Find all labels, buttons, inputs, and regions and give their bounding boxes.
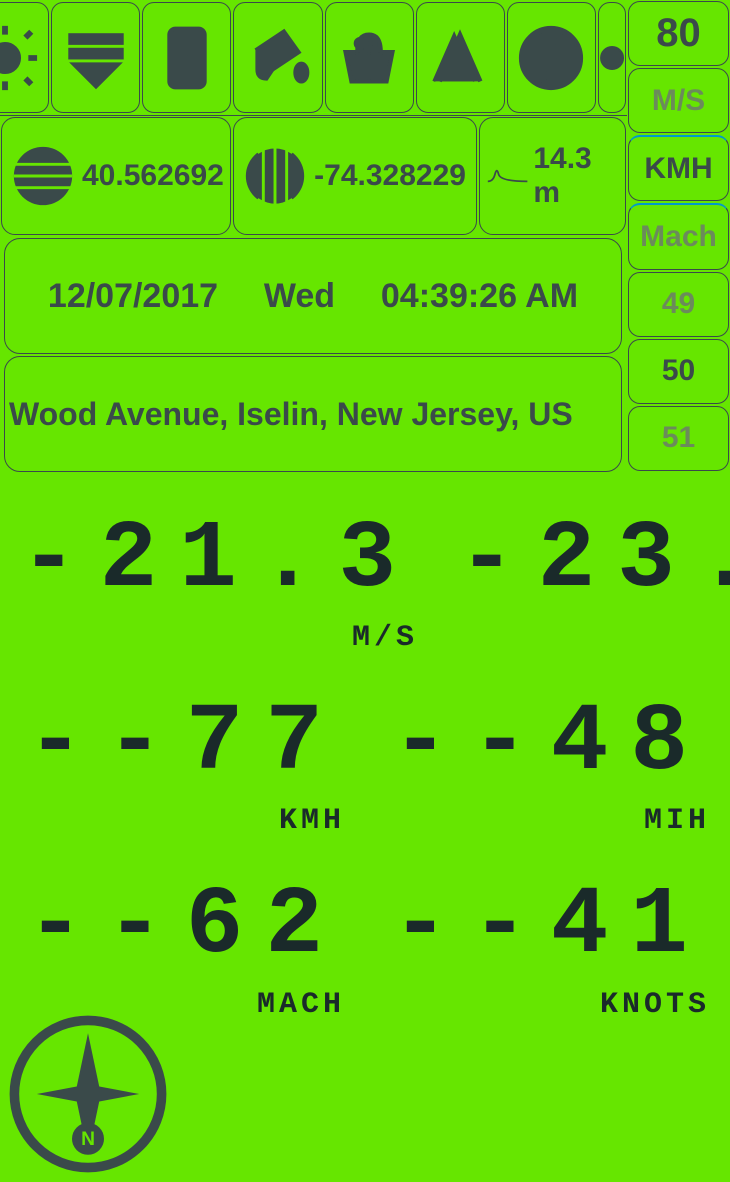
altitude[interactable]: 14.3 m <box>479 117 626 235</box>
readout-knots: --41 <box>385 868 710 983</box>
globe-lat-icon <box>8 141 78 211</box>
wheel-50[interactable]: 50 <box>628 339 729 404</box>
dropdown-icon[interactable] <box>51 2 140 113</box>
readout-kmh: --77 <box>20 685 345 800</box>
basket-icon[interactable] <box>325 2 414 113</box>
altitude-value: 14.3 m <box>533 142 625 210</box>
datetime-row[interactable]: 12/07/2017 Wed 04:39:26 AM <box>4 238 622 354</box>
speed-value[interactable]: 80 <box>628 1 729 66</box>
latitude[interactable]: 40.562692 <box>1 117 231 235</box>
time-value: 04:39:26 AM <box>381 277 578 316</box>
globe-lon-icon <box>240 141 310 211</box>
readout-ms: -21.3 <box>20 502 418 617</box>
font-icon[interactable] <box>416 2 505 113</box>
readout-mach: --62 <box>20 868 345 983</box>
bucket-icon[interactable] <box>233 2 322 113</box>
wheel-51[interactable]: 51 <box>628 406 729 471</box>
readout-mih: --48 <box>385 685 710 800</box>
date-value: 12/07/2017 <box>48 277 218 316</box>
longitude-value: -74.328229 <box>314 159 466 193</box>
speed-readouts: -21.3 M/S -23.2 Y/S --77 KMH --48 MIH --… <box>0 502 730 1052</box>
unit-ms[interactable]: M/S <box>628 68 729 133</box>
wheel-49[interactable]: 49 <box>628 272 729 337</box>
longitude[interactable]: -74.328229 <box>233 117 477 235</box>
address-row[interactable]: Wood Avenue, Iselin, New Jersey, US <box>4 356 622 472</box>
readout-ys-unit: Y/S <box>458 621 730 655</box>
readout-ys: -23.2 <box>458 502 730 617</box>
readout-row: --77 KMH --48 MIH <box>20 685 710 868</box>
readout-row: -21.3 M/S -23.2 Y/S <box>20 502 710 685</box>
sun-icon[interactable] <box>0 2 49 113</box>
day-value: Wed <box>264 277 335 316</box>
readout-kmh-unit: KMH <box>20 804 345 838</box>
clock-icon[interactable] <box>598 2 626 113</box>
address-value: Wood Avenue, Iselin, New Jersey, US <box>9 396 573 433</box>
altitude-icon <box>486 156 529 196</box>
readout-knots-unit: KNOTS <box>385 988 710 1022</box>
latitude-value: 40.562692 <box>82 159 224 193</box>
readout-mih-unit: MIH <box>385 804 710 838</box>
compass[interactable]: N <box>8 1014 168 1174</box>
readout-ms-unit: M/S <box>20 621 418 655</box>
coordinates-row: 40.562692 -74.328229 14.3 m <box>0 116 627 236</box>
phone-bolt-icon[interactable] <box>142 2 231 113</box>
unit-mach[interactable]: Mach <box>628 203 729 269</box>
speed-selector: 80 M/S KMH Mach 49 50 51 <box>627 0 730 472</box>
unit-kmh[interactable]: KMH <box>628 135 729 201</box>
help-icon[interactable] <box>507 2 596 113</box>
toolbar <box>0 0 627 116</box>
compass-n-label: N <box>81 1129 95 1150</box>
